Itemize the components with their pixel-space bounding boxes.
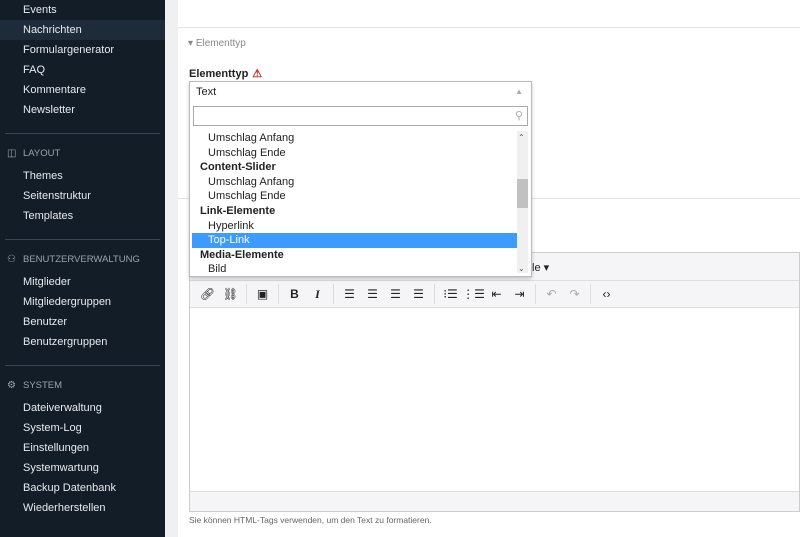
divider: [178, 27, 800, 28]
undo-icon[interactable]: ↶: [540, 287, 563, 301]
sidebar-item-themes[interactable]: Themes: [0, 166, 165, 186]
sidebar-item-einstellungen[interactable]: Einstellungen: [0, 438, 165, 458]
align-right-icon[interactable]: ☰: [384, 287, 407, 301]
section-toggle[interactable]: ▾ Elementtyp: [188, 38, 246, 49]
outdent-icon[interactable]: ⇤: [485, 287, 508, 301]
editor-toolbar: 🔗︎ ⛓ ▣ B I ☰ ☰ ☰ ☰ ⁝☰ ⋮☰ ⇤ ⇥ ↶ ↷ ‹›: [190, 281, 799, 308]
sidebar-item-mitglieder[interactable]: Mitglieder: [0, 272, 165, 292]
sidebar-divider: [5, 239, 160, 240]
editor-content-area[interactable]: [190, 308, 799, 491]
bullet-list-icon[interactable]: ⁝☰: [439, 287, 462, 301]
sidebar-item-kommentare[interactable]: Kommentare: [0, 80, 165, 100]
rich-text-editor: le ▾ 🔗︎ ⛓ ▣ B I ☰ ☰ ☰ ☰ ⁝☰ ⋮☰ ⇤ ⇥ ↶ ↷ ‹›: [189, 252, 800, 512]
toolbar-separator: [590, 284, 591, 304]
option-group: Content-Slider: [200, 161, 276, 174]
toolbar-separator: [246, 284, 247, 304]
toolbar-separator: [333, 284, 334, 304]
option-item[interactable]: Hyperlink: [192, 219, 517, 234]
code-icon[interactable]: ‹›: [595, 287, 618, 301]
bold-icon[interactable]: B: [283, 287, 306, 301]
sidebar-item-systemwartung[interactable]: Systemwartung: [0, 458, 165, 478]
search-icon: ⚲: [514, 110, 523, 122]
sidebar-item-mitgliedergruppen[interactable]: Mitgliedergruppen: [0, 292, 165, 312]
field-label-text: Elementtyp: [189, 68, 249, 80]
sidebar-item-formulargenerator[interactable]: Formulargenerator: [0, 40, 165, 60]
toolbar-separator: [535, 284, 536, 304]
select-search-input[interactable]: [194, 107, 494, 125]
sidebar-item-backup-datenbank[interactable]: Backup Datenbank: [0, 478, 165, 498]
layout-icon: ◫: [7, 148, 17, 159]
link-icon[interactable]: 🔗︎: [196, 287, 219, 301]
user-icon: ⚇: [7, 254, 16, 265]
sidebar-section-layout: ◫ LAYOUT: [0, 144, 165, 164]
scroll-down-icon[interactable]: ⌄: [518, 264, 525, 273]
option-item[interactable]: Umschlag Anfang: [192, 175, 517, 190]
option-list: Umschlag Anfang Umschlag Ende Content-Slid…: [192, 131, 517, 277]
sidebar: Events Nachrichten Formulargenerator FAQ Kom…: [0, 0, 165, 537]
sidebar-section-title: BENUTZERVERWALTUNG: [23, 254, 140, 265]
redo-icon[interactable]: ↷: [563, 287, 586, 301]
option-item[interactable]: Umschlag Ende: [192, 146, 517, 161]
style-menu[interactable]: le ▾: [532, 261, 549, 274]
warning-icon: ⚠: [252, 68, 263, 80]
sidebar-item-benutzergruppen[interactable]: Benutzergruppen: [0, 332, 165, 352]
option-group: Media-Elemente: [200, 248, 284, 261]
sidebar-item-nachrichten[interactable]: Nachrichten: [0, 20, 165, 40]
sidebar-item-events[interactable]: Events: [0, 0, 165, 20]
sidebar-item-newsletter[interactable]: Newsletter: [0, 100, 165, 120]
help-text: Sie können HTML-Tags verwenden, um den T…: [189, 515, 432, 525]
field-label: Elementtyp ⚠: [189, 67, 262, 80]
select-value: Text: [196, 86, 217, 98]
sidebar-item-seitenstruktur[interactable]: Seitenstruktur: [0, 186, 165, 206]
sidebar-item-faq[interactable]: FAQ: [0, 60, 165, 80]
scrollbar-thumb[interactable]: [517, 179, 528, 208]
image-icon[interactable]: ▣: [251, 287, 274, 301]
editor-statusbar: [190, 491, 799, 511]
option-group: Link-Elemente: [200, 204, 276, 217]
align-justify-icon[interactable]: ☰: [407, 287, 430, 301]
option-item[interactable]: Umschlag Anfang: [192, 131, 517, 146]
align-center-icon[interactable]: ☰: [361, 287, 384, 301]
scroll-up-icon[interactable]: ⌃: [518, 133, 525, 142]
italic-icon[interactable]: I: [306, 287, 329, 302]
unlink-icon[interactable]: ⛓: [219, 287, 242, 301]
sidebar-section-title: LAYOUT: [23, 148, 61, 159]
select-current[interactable]: Text ▲: [190, 82, 531, 102]
numbered-list-icon[interactable]: ⋮☰: [462, 287, 485, 301]
align-left-icon[interactable]: ☰: [338, 287, 361, 301]
sidebar-item-dateiverwaltung[interactable]: Dateiverwaltung: [0, 398, 165, 418]
scrollbar[interactable]: ⌃ ⌄: [517, 131, 528, 273]
sidebar-section-system: ⚙ SYSTEM: [0, 376, 165, 396]
sidebar-section-title: SYSTEM: [23, 380, 63, 391]
section-title: Elementtyp: [195, 38, 246, 49]
sidebar-item-benutzer[interactable]: Benutzer: [0, 312, 165, 332]
caret-up-icon: ▲: [515, 87, 523, 96]
option-item[interactable]: Umschlag Ende: [192, 189, 517, 204]
elementtyp-select[interactable]: Text ▲ ⚲ Umschlag Anfang Umschlag Ende Cont…: [189, 81, 532, 277]
toolbar-separator: [278, 284, 279, 304]
sidebar-item-wiederherstellen[interactable]: Wiederherstellen: [0, 498, 165, 518]
option-item[interactable]: Bild: [192, 262, 517, 277]
gear-icon: ⚙: [7, 380, 16, 391]
indent-icon[interactable]: ⇥: [508, 287, 531, 301]
option-item[interactable]: Top-Link: [192, 233, 517, 248]
sidebar-divider: [5, 365, 160, 366]
select-search[interactable]: ⚲: [193, 106, 528, 126]
sidebar-divider: [5, 133, 160, 134]
sidebar-item-system-log[interactable]: System-Log: [0, 418, 165, 438]
main-content: ▾ Elementtyp Elementtyp ⚠ Text ▲ ⚲ Umschla…: [178, 0, 800, 537]
sidebar-section-benutzerverwaltung: ⚇ BENUTZERVERWALTUNG: [0, 250, 165, 270]
toolbar-separator: [434, 284, 435, 304]
sidebar-item-templates[interactable]: Templates: [0, 206, 165, 226]
